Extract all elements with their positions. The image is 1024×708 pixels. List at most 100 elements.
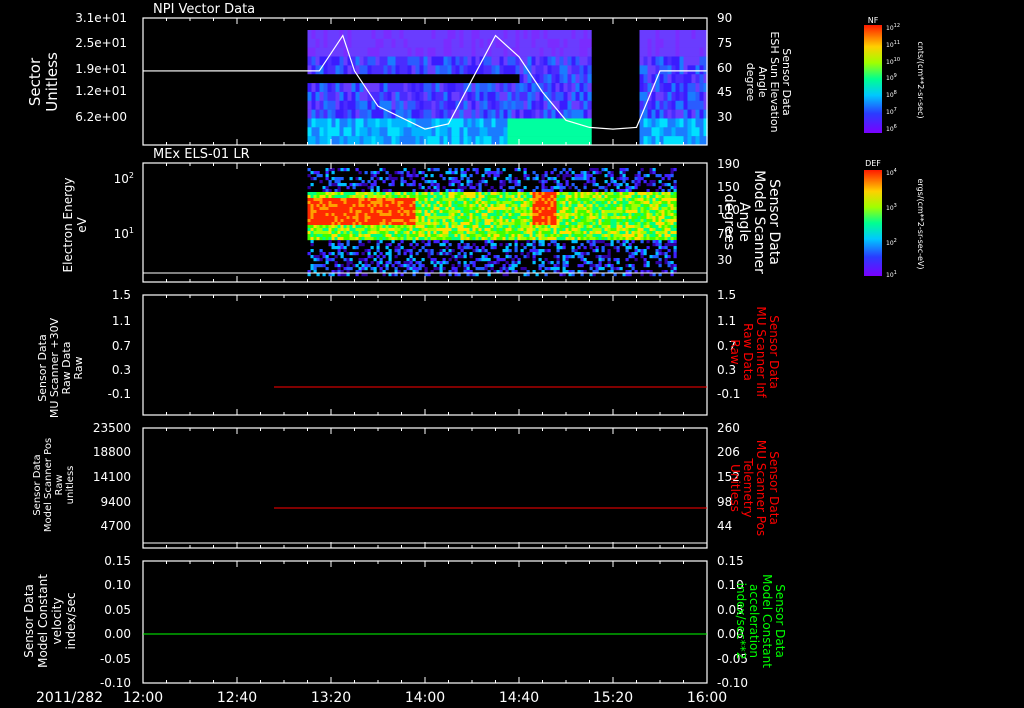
els-cell: [334, 234, 338, 238]
els-cell: [415, 192, 419, 196]
els-cell: [388, 192, 392, 196]
els-cell: [628, 222, 632, 226]
els-cell: [370, 228, 374, 232]
els-cell: [541, 189, 545, 193]
npi-cell: [427, 74, 432, 84]
els-spectrogram: [307, 168, 677, 277]
npi-cell: [479, 65, 484, 75]
els-cell: [466, 264, 470, 268]
els-cell: [619, 192, 623, 196]
els-cell: [442, 240, 446, 244]
els-cell: [460, 183, 464, 187]
els-cell: [472, 231, 476, 235]
els-cell: [610, 216, 614, 220]
els-cell: [364, 183, 368, 187]
npi-cell: [503, 118, 508, 128]
els-cell: [355, 246, 359, 250]
els-cell: [532, 231, 536, 235]
els-cell: [556, 249, 560, 253]
npi-cell: [427, 65, 432, 75]
els-cell: [484, 171, 488, 175]
els-cell: [673, 204, 677, 208]
npi-cell: [419, 47, 424, 57]
npi-cell: [399, 100, 404, 110]
els-cell: [334, 219, 338, 223]
els-cell: [322, 204, 326, 208]
els-cell: [637, 207, 641, 211]
npi-cell: [475, 136, 480, 146]
els-cell: [592, 231, 596, 235]
npi-cell: [443, 38, 448, 48]
els-cell: [352, 246, 356, 250]
els-cell: [478, 222, 482, 226]
npi-cell: [691, 56, 696, 66]
els-cell: [379, 267, 383, 271]
els-cell: [565, 204, 569, 208]
npi-cell: [535, 38, 540, 48]
els-cell: [544, 198, 548, 202]
els-cell: [307, 204, 311, 208]
npi-cell: [499, 74, 504, 84]
els-cell: [658, 264, 662, 268]
els-cell: [337, 225, 341, 229]
els-cell: [577, 231, 581, 235]
els-cell: [499, 186, 503, 190]
npi-cell: [463, 109, 468, 119]
els-cell: [424, 201, 428, 205]
els-cell: [511, 210, 515, 214]
els-cell: [325, 168, 329, 172]
els-cell: [397, 204, 401, 208]
els-cell: [322, 237, 326, 241]
npi-cell: [491, 65, 496, 75]
els-cell: [571, 183, 575, 187]
els-cell: [442, 204, 446, 208]
mupos-ytick: 14100: [93, 470, 131, 484]
els-cell: [319, 234, 323, 238]
els-cell: [592, 243, 596, 247]
els-cell: [574, 210, 578, 214]
els-cell: [526, 234, 530, 238]
els-cell: [622, 192, 626, 196]
els-cell: [625, 228, 629, 232]
npi-cell: [695, 118, 700, 128]
els-cell: [604, 228, 608, 232]
els-cell: [574, 204, 578, 208]
els-cell: [529, 216, 533, 220]
els-cell: [469, 219, 473, 223]
els-cell: [637, 201, 641, 205]
npi-cell: [323, 136, 328, 146]
npi-colorbar-gradient: [864, 25, 882, 133]
els-cell: [376, 186, 380, 190]
els-cell: [310, 225, 314, 229]
els-cell: [628, 225, 632, 229]
els-cell: [421, 219, 425, 223]
els-cell: [328, 231, 332, 235]
els-cell: [313, 219, 317, 223]
els-cell: [598, 201, 602, 205]
els-cell: [661, 213, 665, 217]
npi-cell: [375, 30, 380, 40]
els-cell: [355, 192, 359, 196]
els-cell: [358, 219, 362, 223]
npi-cb-tick: 106: [886, 124, 897, 133]
els-cell: [649, 168, 653, 172]
npi-cell: [467, 47, 472, 57]
els-cell: [592, 213, 596, 217]
els-ytick: 102: [114, 171, 134, 186]
npi-cell: [531, 47, 536, 57]
els-cell: [583, 198, 587, 202]
npi-cell: [531, 100, 536, 110]
npi-cell: [439, 74, 444, 84]
npi-cell: [343, 83, 348, 93]
els-cell: [448, 228, 452, 232]
els-cell: [343, 258, 347, 262]
npi-cell: [519, 136, 524, 146]
els-cell: [568, 216, 572, 220]
npi-cell: [319, 109, 324, 119]
els-cell: [418, 183, 422, 187]
els-cell: [562, 264, 566, 268]
els-cell: [673, 198, 677, 202]
els-cell: [427, 228, 431, 232]
els-cell: [307, 168, 311, 172]
npi-cell: [651, 47, 656, 57]
